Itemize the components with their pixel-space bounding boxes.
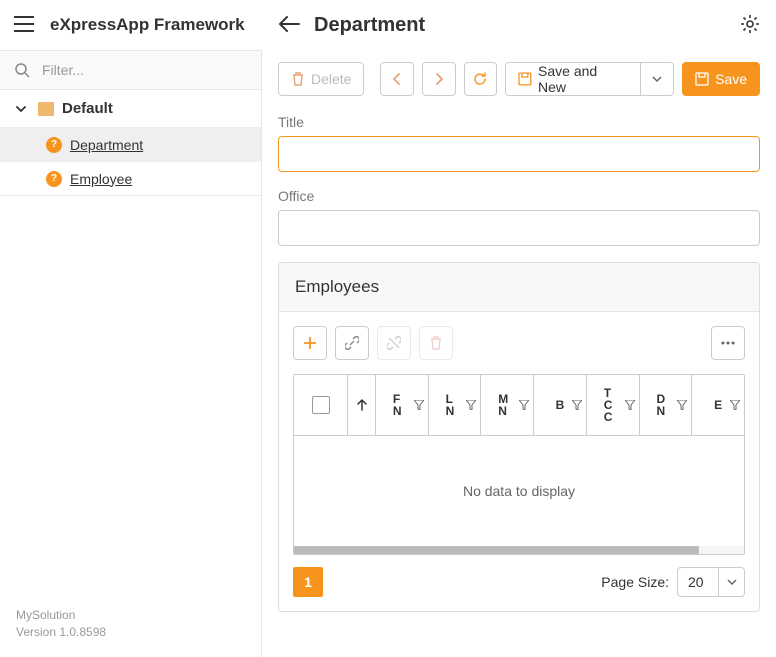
filter-icon[interactable] — [677, 400, 687, 410]
scrollbar-thumb[interactable] — [294, 546, 699, 554]
office-input[interactable] — [278, 210, 760, 246]
sort-arrow-up-icon — [357, 399, 367, 411]
column-label: F N — [393, 393, 411, 417]
caret-down-icon — [727, 578, 737, 586]
folder-icon — [38, 102, 54, 116]
filter-icon[interactable] — [466, 400, 476, 410]
page-size-dropdown-toggle[interactable] — [718, 568, 744, 596]
save-and-new-icon — [518, 72, 532, 86]
filter-icon[interactable] — [730, 400, 740, 410]
caret-down-icon — [652, 75, 662, 83]
column-header[interactable]: F N — [376, 375, 429, 435]
refresh-button[interactable] — [464, 62, 498, 96]
chevron-down-icon — [14, 102, 28, 116]
column-header[interactable]: D N — [640, 375, 693, 435]
next-record-button[interactable] — [422, 62, 456, 96]
nav-item-employee[interactable]: ? Employee — [0, 162, 261, 196]
grid-horizontal-scrollbar[interactable] — [294, 546, 744, 554]
save-and-new-button[interactable]: Save and New — [505, 62, 640, 96]
select-all-cell[interactable] — [294, 375, 348, 435]
trash-icon — [429, 336, 443, 350]
office-label: Office — [278, 188, 760, 204]
nav-item-label: Employee — [70, 171, 132, 187]
delete-label: Delete — [311, 71, 351, 87]
title-label: Title — [278, 114, 760, 130]
column-header[interactable]: T C C — [587, 375, 640, 435]
column-label: B — [556, 399, 565, 411]
page-size-select[interactable]: 20 — [677, 567, 745, 597]
unlink-icon — [387, 336, 401, 350]
filter-input[interactable] — [40, 61, 247, 79]
save-and-new-dropdown[interactable] — [641, 62, 674, 96]
sort-indicator-cell[interactable] — [348, 375, 376, 435]
page-size-value: 20 — [678, 568, 718, 596]
question-icon: ? — [46, 137, 62, 153]
grid-empty-message: No data to display — [294, 436, 744, 546]
filter-icon[interactable] — [414, 400, 424, 410]
nav-group-default[interactable]: Default — [0, 90, 261, 128]
column-header[interactable]: B — [534, 375, 587, 435]
column-label: T C C — [604, 387, 622, 423]
filter-icon[interactable] — [519, 400, 529, 410]
solution-name: MySolution — [16, 607, 245, 624]
filter-box[interactable] — [0, 50, 261, 90]
settings-icon[interactable] — [740, 14, 760, 37]
page-number-current[interactable]: 1 — [293, 567, 323, 597]
column-label: L N — [446, 393, 464, 417]
select-all-checkbox[interactable] — [312, 396, 330, 414]
filter-icon[interactable] — [625, 400, 635, 410]
more-actions-button[interactable] — [711, 326, 745, 360]
sidebar-footer: MySolution Version 1.0.8598 — [0, 597, 261, 657]
chevron-left-icon — [392, 73, 402, 85]
trash-icon — [291, 72, 305, 86]
employees-panel-heading: Employees — [279, 263, 759, 312]
title-input[interactable] — [278, 136, 760, 172]
refresh-icon — [473, 72, 487, 86]
search-icon — [14, 62, 30, 78]
unlink-employee-button[interactable] — [377, 326, 411, 360]
column-label: E — [714, 399, 722, 411]
question-icon: ? — [46, 171, 62, 187]
new-employee-button[interactable] — [293, 326, 327, 360]
nav-group-label: Default — [62, 100, 113, 117]
page-size-label: Page Size: — [601, 574, 669, 590]
version-text: Version 1.0.8598 — [16, 624, 245, 641]
prev-record-button[interactable] — [380, 62, 414, 96]
save-button[interactable]: Save — [682, 62, 760, 96]
nav-item-label: Department — [70, 137, 143, 153]
save-icon — [695, 72, 709, 86]
ellipsis-icon — [721, 341, 735, 345]
hamburger-menu-button[interactable] — [14, 16, 34, 35]
back-arrow-button[interactable] — [278, 15, 300, 36]
column-header[interactable]: L N — [429, 375, 482, 435]
delete-button[interactable]: Delete — [278, 62, 364, 96]
page-title: Department — [314, 14, 740, 37]
link-employee-button[interactable] — [335, 326, 369, 360]
column-header[interactable]: M N — [481, 375, 534, 435]
column-label: M N — [498, 393, 516, 417]
link-icon — [345, 336, 359, 350]
save-and-new-label: Save and New — [538, 63, 628, 95]
column-label: D N — [656, 393, 674, 417]
column-header[interactable]: E — [692, 375, 744, 435]
plus-icon — [303, 336, 317, 350]
nav-item-department[interactable]: ? Department — [0, 128, 261, 162]
filter-icon[interactable] — [572, 400, 582, 410]
app-title: eXpressApp Framework — [50, 15, 245, 35]
save-label: Save — [715, 71, 747, 87]
chevron-right-icon — [434, 73, 444, 85]
delete-employee-button[interactable] — [419, 326, 453, 360]
